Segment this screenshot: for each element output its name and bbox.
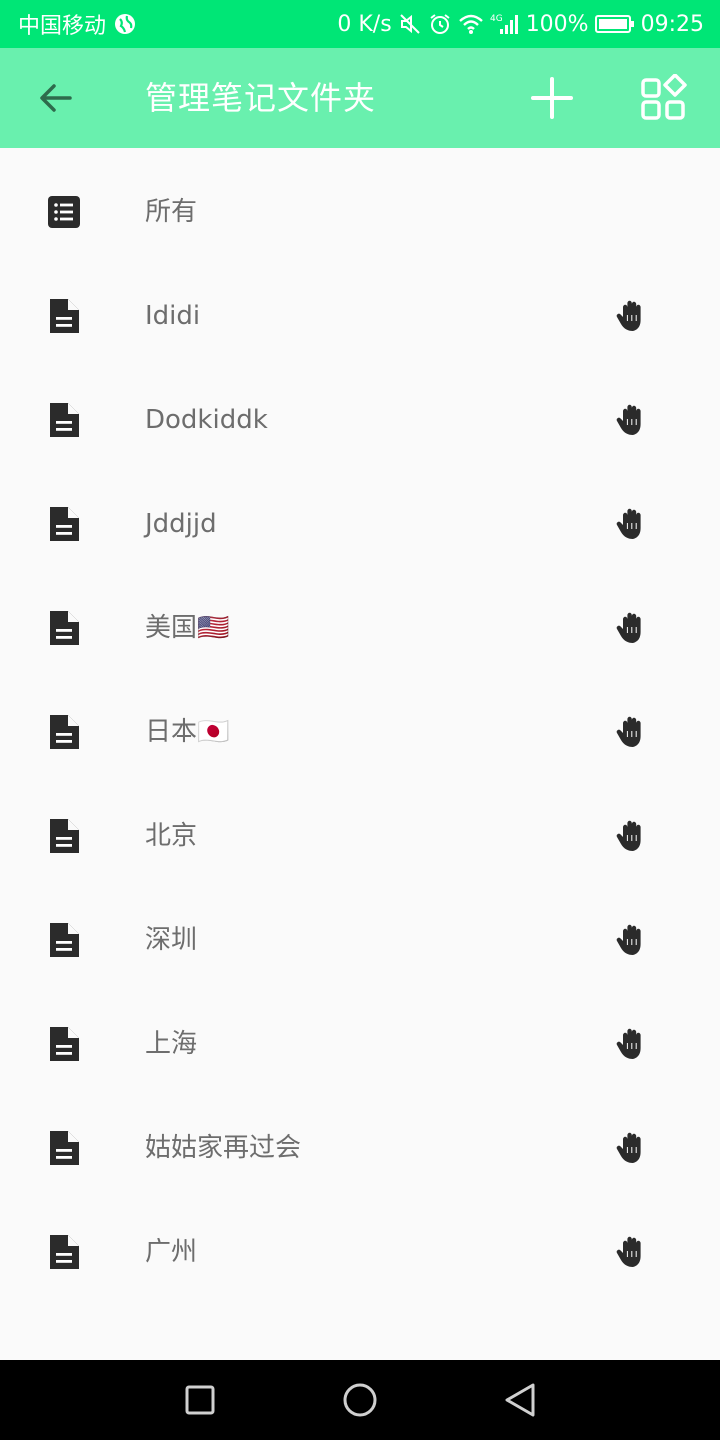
network-type: 4G — [490, 14, 503, 24]
battery-icon — [594, 14, 635, 34]
navigation-bar — [0, 1360, 720, 1440]
drag-handle-hand-icon[interactable] — [614, 298, 650, 334]
globe-icon — [114, 13, 136, 35]
page-title: 管理笔记文件夹 — [145, 79, 377, 117]
arrow-left-icon — [40, 84, 72, 112]
wifi-icon — [458, 13, 484, 35]
drag-handle-hand-icon[interactable] — [614, 506, 650, 542]
drag-handle-hand-icon[interactable] — [614, 1026, 650, 1062]
drag-handle-hand-icon[interactable] — [614, 402, 650, 438]
alarm-icon — [428, 12, 452, 36]
folder-label: 美国🇺🇸 — [145, 613, 230, 643]
clock: 09:25 — [640, 11, 704, 37]
document-icon — [46, 298, 82, 334]
document-icon — [46, 402, 82, 438]
folder-label: 上海 — [145, 1029, 198, 1059]
plus-icon — [531, 77, 573, 119]
carrier-label: 中国移动 — [18, 14, 107, 39]
document-icon — [46, 506, 82, 542]
mute-icon — [398, 12, 422, 36]
folder-row[interactable]: 北京 — [0, 784, 720, 888]
folder-label: 姑姑家再过会 — [145, 1133, 302, 1163]
document-icon — [46, 922, 82, 958]
document-icon — [46, 1130, 82, 1166]
back-button[interactable] — [34, 76, 78, 120]
folder-row[interactable]: Dodkiddk — [0, 368, 720, 472]
folder-label: 日本🇯🇵 — [145, 717, 230, 747]
circle-icon — [343, 1383, 377, 1417]
document-icon — [46, 1026, 82, 1062]
document-icon — [46, 714, 82, 750]
status-right: 0 K/s 4G 100% 09:25 — [337, 12, 704, 37]
back-nav-button[interactable] — [500, 1380, 540, 1420]
list-icon — [46, 194, 82, 230]
folder-row[interactable]: Jddjjd — [0, 472, 720, 576]
battery-percent: 100% — [525, 11, 589, 37]
folder-list: 所有 Ididi Dodkiddk Jddjjd 美国🇺🇸 日本🇯🇵 北京深圳上海姑姑家再过… — [0, 160, 720, 1304]
folder-label: Jddjjd — [145, 509, 217, 539]
drag-handle-hand-icon[interactable] — [614, 922, 650, 958]
folder-label: 北京 — [145, 821, 198, 851]
recents-button[interactable] — [180, 1380, 220, 1420]
layout-toggle-button[interactable] — [640, 74, 688, 122]
folder-row[interactable]: 上海 — [0, 992, 720, 1096]
square-icon — [185, 1385, 215, 1415]
folder-row[interactable]: 所有 — [0, 160, 720, 264]
folder-row[interactable]: 日本🇯🇵 — [0, 680, 720, 784]
network-speed: 0 K/s — [337, 11, 392, 37]
grid-diamond-icon — [641, 74, 687, 120]
document-icon — [46, 1234, 82, 1270]
toolbar: 管理笔记文件夹 — [0, 48, 720, 148]
drag-handle-hand-icon[interactable] — [614, 714, 650, 750]
home-button[interactable] — [340, 1380, 380, 1420]
status-left: 中国移动 — [18, 8, 136, 40]
document-icon — [46, 818, 82, 854]
folder-label: Dodkiddk — [145, 405, 268, 435]
drag-handle-hand-icon[interactable] — [614, 610, 650, 646]
drag-handle-hand-icon[interactable] — [614, 1234, 650, 1270]
folder-row[interactable]: 美国🇺🇸 — [0, 576, 720, 680]
signal-icon: 4G — [490, 12, 520, 36]
triangle-back-icon — [505, 1383, 535, 1417]
add-folder-button[interactable] — [528, 74, 576, 122]
folder-label: Ididi — [145, 301, 201, 331]
drag-handle-hand-icon[interactable] — [614, 818, 650, 854]
folder-label: 所有 — [145, 197, 198, 227]
folder-label: 广州 — [145, 1237, 198, 1267]
document-icon — [46, 610, 82, 646]
drag-handle-hand-icon[interactable] — [614, 1130, 650, 1166]
folder-label: 深圳 — [145, 925, 198, 955]
folder-row[interactable]: 深圳 — [0, 888, 720, 992]
folder-row[interactable]: 广州 — [0, 1200, 720, 1304]
folder-row[interactable]: 姑姑家再过会 — [0, 1096, 720, 1200]
folder-row[interactable]: Ididi — [0, 264, 720, 368]
status-bar: 中国移动 0 K/s 4G 100% 09:25 — [0, 0, 720, 48]
